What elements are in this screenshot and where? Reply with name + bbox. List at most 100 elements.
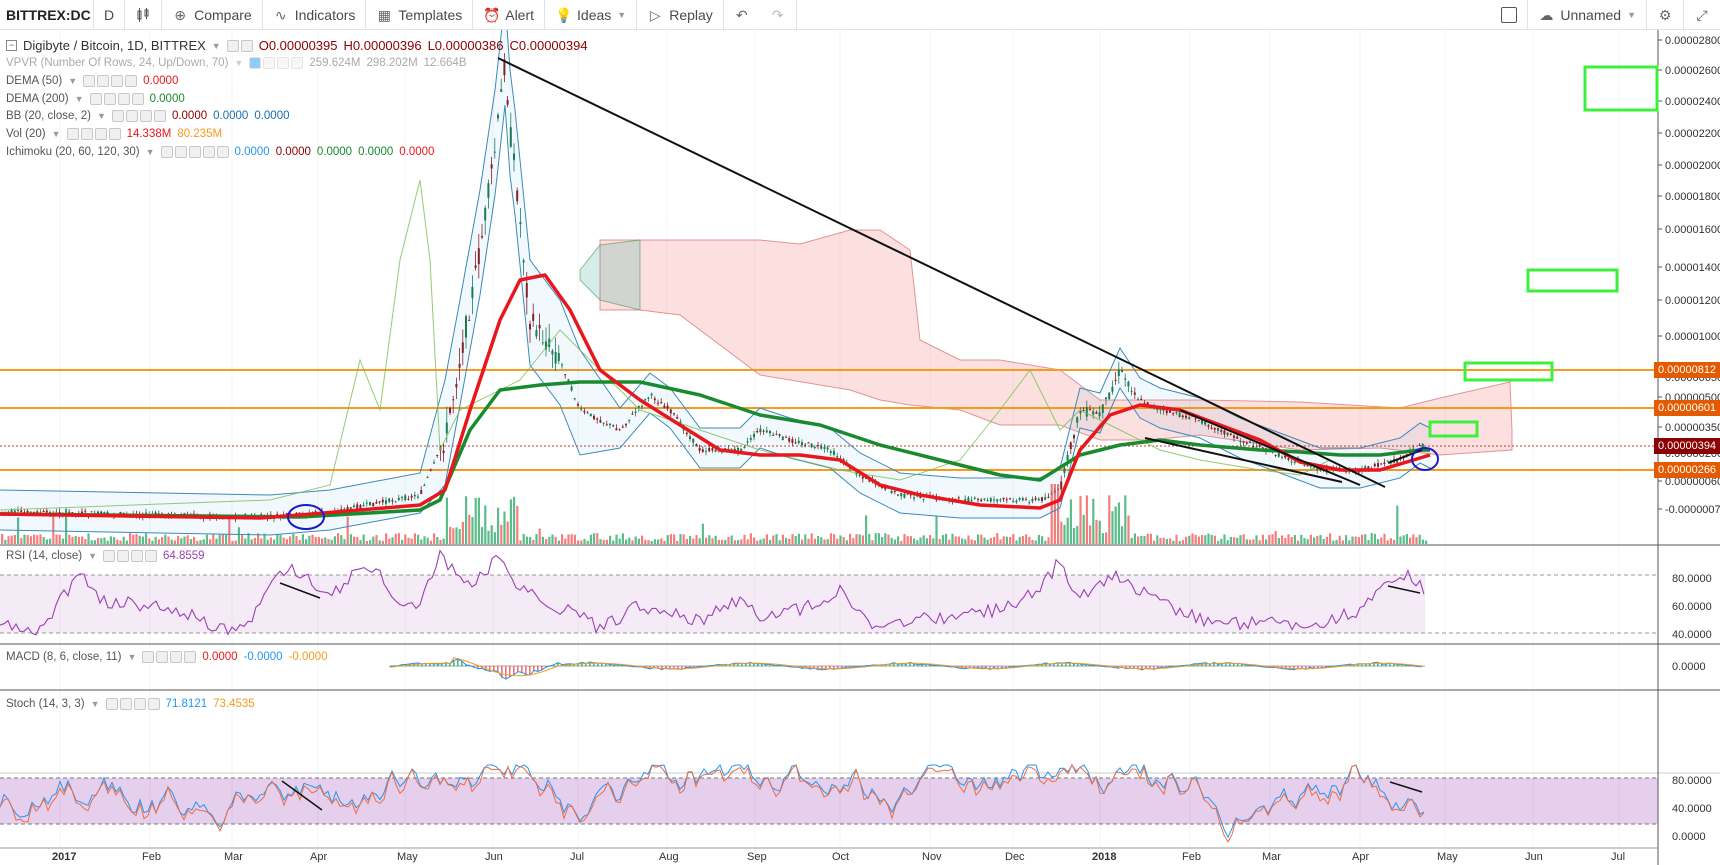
- time-axis-label: Dec: [1005, 851, 1025, 863]
- volume-bar: [385, 533, 388, 544]
- macd-controls[interactable]: [142, 651, 197, 663]
- volume-bar: [29, 536, 32, 544]
- volume-bar: [250, 539, 253, 544]
- chart-style-button[interactable]: [125, 0, 163, 30]
- volume-bar: [410, 538, 413, 544]
- series-controls[interactable]: [226, 39, 253, 52]
- volume-bar: [154, 536, 157, 544]
- compare-button[interactable]: ⊕ Compare: [162, 0, 263, 30]
- volume-bar: [381, 540, 384, 544]
- alert-button[interactable]: ⏰ Alert: [473, 0, 546, 30]
- undo-button[interactable]: ↶: [724, 0, 760, 30]
- bb-controls[interactable]: [111, 110, 166, 122]
- chevron-down-icon[interactable]: ▼: [52, 129, 61, 139]
- chevron-down-icon[interactable]: ▼: [146, 147, 155, 157]
- macd-axis-label: 0.0000: [1672, 661, 1706, 673]
- volume-bar: [282, 537, 285, 544]
- volume-bar: [433, 533, 436, 544]
- volume-bar: [1172, 540, 1175, 544]
- volume-bar: [893, 539, 896, 544]
- volume-bar: [500, 524, 503, 544]
- volume-bar: [957, 536, 960, 544]
- compare-label: Compare: [194, 6, 252, 23]
- volume-bar: [1117, 502, 1120, 544]
- chevron-down-icon[interactable]: ▼: [127, 652, 136, 662]
- price-label-601: 0.00000601: [1654, 400, 1720, 416]
- time-axis-label: May: [397, 851, 418, 863]
- volume-bar: [669, 534, 672, 544]
- vol-label: Vol (20): [6, 128, 46, 140]
- target-box: [1583, 65, 1659, 112]
- macd-value-2: -0.0000: [243, 651, 283, 663]
- vol-value-2: 80.235M: [177, 128, 223, 140]
- volume-bar: [365, 540, 368, 544]
- chevron-down-icon[interactable]: ▼: [234, 58, 243, 68]
- volume-bar: [1319, 534, 1322, 544]
- volume-bar: [932, 538, 935, 544]
- vpvr-label: VPVR (Number Of Rows, 24, Up/Down, 70): [6, 57, 229, 69]
- dema200-label: DEMA (200): [6, 93, 69, 105]
- volume-bar: [756, 540, 759, 544]
- volume-bar: [1383, 533, 1386, 544]
- volume-bar: [285, 539, 288, 544]
- chevron-down-icon[interactable]: ▼: [88, 551, 97, 561]
- templates-button[interactable]: ▦ Templates: [366, 0, 474, 30]
- volume-bar: [644, 539, 647, 544]
- compare-icon: ⊕: [174, 6, 186, 23]
- volume-bar: [397, 533, 400, 544]
- price-axis-label: 0.00002800: [1665, 35, 1720, 47]
- chevron-down-icon[interactable]: ▼: [75, 94, 84, 104]
- indicators-button[interactable]: ∿ Indicators: [263, 0, 367, 30]
- stoch-controls[interactable]: [105, 698, 160, 710]
- ichimoku-controls[interactable]: [160, 146, 229, 158]
- time-axis-label: 2018: [1092, 851, 1116, 863]
- volume-bar: [33, 534, 36, 544]
- volume-bar: [177, 535, 180, 544]
- vpvr-controls[interactable]: [249, 57, 304, 69]
- ideas-button[interactable]: 💡 Ideas ▼: [545, 0, 638, 30]
- time-axis-label: Feb: [1182, 851, 1201, 863]
- chevron-down-icon[interactable]: ▼: [97, 111, 106, 121]
- replay-button[interactable]: ▷ Replay: [637, 0, 724, 30]
- symbol-search[interactable]: BITTREX:DC: [0, 0, 94, 30]
- volume-bar: [1082, 514, 1085, 544]
- symbol-label: BITTREX:DC: [6, 6, 91, 23]
- chevron-down-icon[interactable]: ▼: [212, 41, 221, 51]
- volume-bar: [612, 540, 615, 544]
- vol-legend: Vol (20) ▼ 14.338M 80.235M: [6, 128, 222, 140]
- chevron-down-icon[interactable]: ▼: [68, 76, 77, 86]
- volume-bar: [202, 539, 205, 544]
- layout-button[interactable]: ☁ Unnamed ▼: [1527, 0, 1646, 30]
- volume-bar: [1159, 538, 1162, 544]
- gear-icon: ⚙: [1658, 7, 1672, 23]
- dema200-controls[interactable]: [89, 93, 144, 105]
- chart-area[interactable]: 0.00002800 0.00002600 0.00002400 0.00002200…: [0, 30, 1720, 865]
- redo-button[interactable]: ↷: [760, 0, 797, 30]
- volume-bar: [711, 538, 714, 544]
- volume-bar: [314, 536, 317, 544]
- settings-button[interactable]: ⚙: [1646, 0, 1683, 30]
- vol-controls[interactable]: [66, 128, 121, 140]
- volume-bar: [1169, 538, 1172, 544]
- volume-bar: [471, 517, 474, 544]
- fullscreen-toggle-button[interactable]: [1491, 0, 1527, 30]
- volume-bar: [733, 540, 736, 544]
- dema50-controls[interactable]: [83, 75, 138, 87]
- volume-bar: [817, 535, 820, 544]
- volume-bar: [961, 538, 964, 544]
- volume-bar: [109, 536, 112, 544]
- templates-label: Templates: [398, 6, 463, 23]
- interval-button[interactable]: D: [94, 0, 126, 30]
- collapse-icon[interactable]: −: [6, 40, 17, 51]
- rsi-controls[interactable]: [102, 550, 157, 562]
- volume-bar: [983, 537, 986, 544]
- volume-bar: [1005, 536, 1008, 544]
- volume-bar: [967, 535, 970, 544]
- fullscreen-button[interactable]: ⤢: [1683, 0, 1720, 30]
- time-axis-label: Mar: [224, 851, 243, 863]
- volume-bar: [106, 540, 109, 544]
- volume-bar: [375, 535, 378, 544]
- price-axis-label: 0.00001000: [1665, 331, 1720, 343]
- chevron-down-icon[interactable]: ▼: [91, 699, 100, 709]
- volume-bar: [900, 540, 903, 544]
